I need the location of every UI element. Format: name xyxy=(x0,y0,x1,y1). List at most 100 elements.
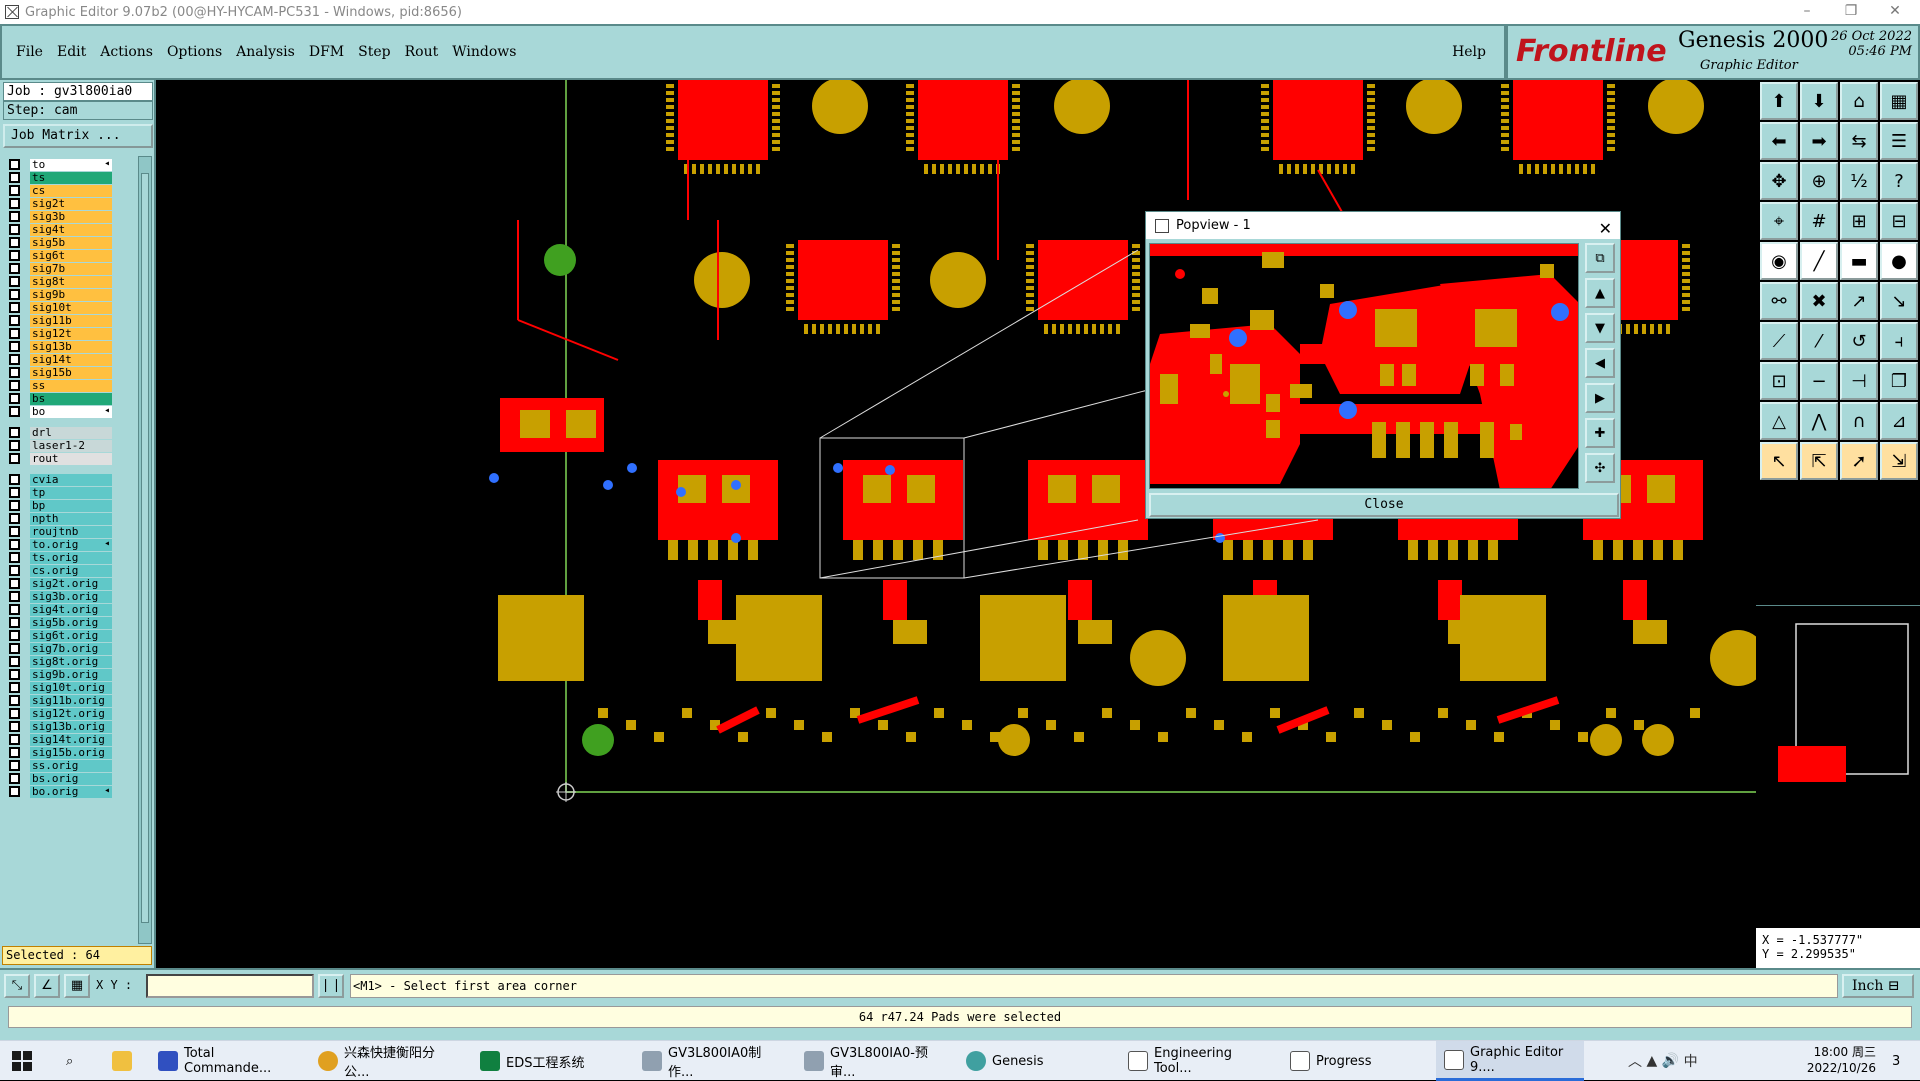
menu-edit[interactable]: Edit xyxy=(57,44,86,60)
overview-map[interactable] xyxy=(1756,605,1920,887)
line-edit-icon[interactable]: ⟋ xyxy=(1760,322,1798,360)
layer-name[interactable]: tp xyxy=(30,486,112,499)
select-multi-icon[interactable]: ⇲ xyxy=(1880,442,1918,480)
line-cut-icon[interactable]: ⁄ xyxy=(1800,322,1838,360)
popview-zoom-out-icon[interactable]: ✣ xyxy=(1585,453,1615,483)
bracket-icon[interactable]: ⊣ xyxy=(1840,362,1878,400)
layer-row[interactable]: laser1-2 xyxy=(6,439,126,452)
layer-name[interactable]: sig2t.orig xyxy=(30,577,112,590)
minimize-icon[interactable]: – xyxy=(1784,0,1830,24)
layer-row[interactable]: sig6t xyxy=(6,249,126,262)
layer-name[interactable]: sig15b xyxy=(30,366,112,379)
popview-pan-down-icon[interactable]: ▼ xyxy=(1585,313,1615,343)
layer-row[interactable]: cs xyxy=(6,184,126,197)
clock[interactable]: 18:00 周三 2022/10/26 xyxy=(1807,1044,1876,1076)
layer-name[interactable]: cvia xyxy=(30,473,112,486)
layer-checkbox[interactable] xyxy=(9,604,20,615)
layer-name[interactable]: to.orig xyxy=(30,538,112,551)
layer-checkbox[interactable] xyxy=(9,453,20,464)
layer-checkbox[interactable] xyxy=(9,440,20,451)
popview-pan-left-icon[interactable]: ◀ xyxy=(1585,348,1615,378)
zoom-fit-icon[interactable]: ✥ xyxy=(1760,162,1798,200)
layer-name[interactable]: sig6t.orig xyxy=(30,629,112,642)
layer-row[interactable]: sig7b.orig xyxy=(6,642,126,655)
layer-name[interactable]: sig3b xyxy=(30,210,112,223)
layer-checkbox[interactable] xyxy=(9,354,20,365)
layer-checkbox[interactable] xyxy=(9,302,20,313)
layer-name[interactable]: cs xyxy=(30,184,112,197)
layer-checkbox[interactable] xyxy=(9,773,20,784)
arch-icon[interactable]: ∩ xyxy=(1840,402,1878,440)
select-pointer-icon[interactable]: ↖ xyxy=(1760,442,1798,480)
layer-name[interactable]: sig8t.orig xyxy=(30,655,112,668)
layer-checkbox[interactable] xyxy=(9,237,20,248)
delete-node-icon[interactable]: ✖ xyxy=(1800,282,1838,320)
layer-row[interactable]: ts xyxy=(6,171,126,184)
grid-icon[interactable]: # xyxy=(1800,202,1838,240)
layer-row[interactable]: bo xyxy=(6,405,126,418)
popview-close-icon[interactable]: ✕ xyxy=(1599,215,1612,242)
layer-name[interactable]: ss.orig xyxy=(30,759,112,772)
popview-zoom-home-icon[interactable]: ⧉ xyxy=(1585,243,1615,273)
layer-name[interactable]: sig4t.orig xyxy=(30,603,112,616)
scroll-thumb[interactable] xyxy=(141,173,149,923)
layer-row[interactable]: npth xyxy=(6,512,126,525)
close-icon[interactable]: ✕ xyxy=(1872,0,1918,24)
layer-row[interactable]: bs.orig xyxy=(6,772,126,785)
surface-icon[interactable]: ▬ xyxy=(1840,242,1878,280)
layer-name[interactable]: cs.orig xyxy=(30,564,112,577)
layer-name[interactable]: bs.orig xyxy=(30,772,112,785)
layer-row[interactable]: sig8t xyxy=(6,275,126,288)
layer-name[interactable]: bo.orig xyxy=(30,785,112,798)
menu-file[interactable]: File xyxy=(16,44,43,60)
layer-checkbox[interactable] xyxy=(9,474,20,485)
measure-icon[interactable]: ⊞ xyxy=(1840,202,1878,240)
restore-icon[interactable]: ❐ xyxy=(1828,0,1874,24)
connect-icon[interactable]: ⚯ xyxy=(1760,282,1798,320)
layer-name[interactable]: ts xyxy=(30,171,112,184)
layer-checkbox[interactable] xyxy=(9,341,20,352)
layer-row[interactable]: sig12t xyxy=(6,327,126,340)
arc-icon[interactable]: ↺ xyxy=(1840,322,1878,360)
minus-icon[interactable]: − xyxy=(1800,362,1838,400)
layer-name[interactable]: roujtnb xyxy=(30,525,112,538)
layer-checkbox[interactable] xyxy=(9,656,20,667)
layer-row[interactable]: sig2t xyxy=(6,197,126,210)
layer-name[interactable]: bo xyxy=(30,405,112,418)
layer-name[interactable]: sig8t xyxy=(30,275,112,288)
layer-checkbox[interactable] xyxy=(9,393,20,404)
layer-checkbox[interactable] xyxy=(9,367,20,378)
taskbar-item-gv3l800ia0-make[interactable]: GV3L800IA0制作... xyxy=(634,1041,774,1081)
layer-checkbox[interactable] xyxy=(9,617,20,628)
layer-checkbox[interactable] xyxy=(9,565,20,576)
taskbar-item-engineering-tool[interactable]: Engineering Tool... xyxy=(1120,1041,1266,1081)
layer-row[interactable]: ss.orig xyxy=(6,759,126,772)
layer-row[interactable]: sig10t.orig xyxy=(6,681,126,694)
menu-help[interactable]: Help xyxy=(1452,44,1486,60)
layer-checkbox[interactable] xyxy=(9,224,20,235)
popview-pan-up-icon[interactable]: ▲ xyxy=(1585,278,1615,308)
layer-row[interactable]: bp xyxy=(6,499,126,512)
taskbar-item-eds[interactable]: EDS工程系统 xyxy=(472,1041,612,1081)
copy-icon[interactable]: ❐ xyxy=(1880,362,1918,400)
pan-up-icon[interactable]: ⬆ xyxy=(1760,82,1798,120)
file-explorer-icon[interactable] xyxy=(104,1041,140,1081)
menu-options[interactable]: Options xyxy=(167,44,222,60)
layer-row[interactable]: sig6t.orig xyxy=(6,629,126,642)
layer-row[interactable]: sig15b.orig xyxy=(6,746,126,759)
layer-row[interactable]: cvia xyxy=(6,473,126,486)
layer-name[interactable]: sig13b.orig xyxy=(30,720,112,733)
layer-checkbox[interactable] xyxy=(9,513,20,524)
layer-name[interactable]: drl xyxy=(30,426,112,439)
layer-row[interactable]: to xyxy=(6,158,126,171)
layer-row[interactable]: sig3b.orig xyxy=(6,590,126,603)
layer-row[interactable]: bo.orig xyxy=(6,785,126,798)
layer-row[interactable]: rout xyxy=(6,452,126,465)
layout-icon[interactable]: ▦ xyxy=(1880,82,1918,120)
layer-checkbox[interactable] xyxy=(9,276,20,287)
layer-name[interactable]: sig2t xyxy=(30,197,112,210)
layer-row[interactable]: sig8t.orig xyxy=(6,655,126,668)
layer-checkbox[interactable] xyxy=(9,669,20,680)
layer-row[interactable]: sig15b xyxy=(6,366,126,379)
layer-row[interactable]: to.orig xyxy=(6,538,126,551)
